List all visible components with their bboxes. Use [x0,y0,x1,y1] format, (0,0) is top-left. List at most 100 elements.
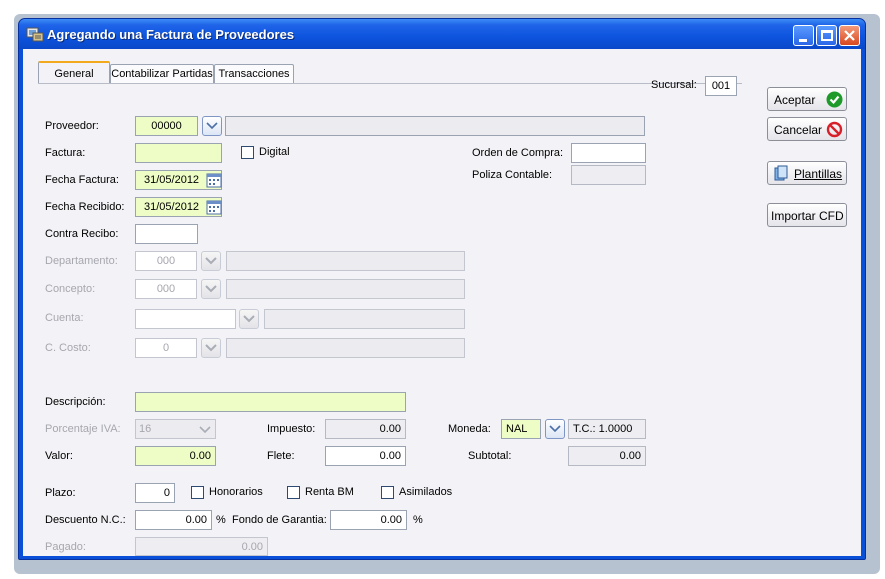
pagado-label: Pagado: [45,541,86,553]
chevron-down-icon [205,257,217,265]
cuenta-name-field [264,309,465,329]
maximize-button[interactable] [816,25,837,46]
window-title: Agregando una Factura de Proveedores [47,27,295,42]
close-icon [844,30,855,41]
honorarios-label: Honorarios [209,486,263,498]
sucursal-field: 001 [705,76,737,96]
chevron-down-icon [199,426,211,434]
c-costo-dropdown-button[interactable] [201,338,221,358]
flete-label: Flete: [267,450,295,462]
digital-checkbox[interactable] [241,146,254,159]
tipo-cambio-field: T.C.: 1.0000 [568,419,646,439]
fecha-factura-label: Fecha Factura: [45,174,119,186]
title-bar[interactable]: Agregando una Factura de Proveedores [19,19,865,49]
valor-input[interactable]: 0.00 [135,446,216,466]
check-icon [826,91,843,108]
dialog-client-area: General Contabilizar Partidas Transaccio… [23,49,861,556]
chevron-down-icon [549,425,561,433]
proveedor-dropdown-button[interactable] [202,116,222,136]
close-button[interactable] [839,25,860,46]
cancelar-button[interactable]: Cancelar [767,117,847,141]
plantillas-label: Plantillas [794,167,843,181]
descuento-nc-input[interactable]: 0.00 [135,510,212,530]
minimize-icon [799,39,807,42]
cuenta-label: Cuenta: [45,312,84,324]
proveedor-name-field [225,116,645,136]
descuento-percent-label: % [216,514,226,526]
moneda-input[interactable]: NAL [501,419,541,439]
concepto-label: Concepto: [45,283,96,295]
calendar-icon[interactable] [206,172,222,188]
tab-underline [38,83,742,84]
aceptar-label: Aceptar [774,93,816,107]
sucursal-label: Sucursal: [651,79,697,91]
proveedor-label: Proveedor: [45,120,99,132]
poliza-contable-field [571,165,646,185]
contra-recibo-input[interactable] [135,224,198,244]
renta-bm-label: Renta BM [305,486,354,498]
valor-label: Valor: [45,450,73,462]
moneda-label: Moneda: [448,423,491,435]
cuenta-dropdown-button[interactable] [239,309,259,329]
factura-label: Factura: [45,147,86,159]
asimilados-label: Asimilados [399,486,453,498]
porcentaje-iva-value: 16 [139,423,152,435]
chevron-down-icon [205,344,217,352]
departamento-dropdown-button[interactable] [201,251,221,271]
honorarios-checkbox[interactable] [191,486,204,499]
tab-general[interactable]: General [38,61,110,84]
fondo-percent-label: % [413,514,423,526]
fondo-garantia-label: Fondo de Garantia: [232,514,327,526]
templates-icon [774,165,788,181]
asimilados-checkbox[interactable] [381,486,394,499]
digital-label: Digital [259,146,290,158]
contra-recibo-label: Contra Recibo: [45,228,119,240]
factura-input[interactable] [135,143,222,163]
tab-contabilizar-partidas[interactable]: Contabilizar Partidas [110,64,214,83]
concepto-dropdown-button[interactable] [201,279,221,299]
c-costo-code-input[interactable]: 0 [135,338,197,358]
porcentaje-iva-label: Porcentaje IVA: [45,423,121,435]
cancelar-label: Cancelar [774,123,823,137]
aceptar-button[interactable]: Aceptar [767,87,847,111]
departamento-label: Departamento: [45,255,118,267]
departamento-code-input[interactable]: 000 [135,251,197,271]
departamento-name-field [226,251,465,271]
fecha-recibido-label: Fecha Recibido: [45,201,125,213]
proveedor-code-input[interactable]: 00000 [135,116,198,136]
impuesto-label: Impuesto: [267,423,316,435]
descripcion-input[interactable] [135,392,406,412]
chevron-down-icon [243,315,255,323]
chevron-down-icon [206,122,218,130]
concepto-code-input[interactable]: 000 [135,279,197,299]
chevron-down-icon [205,285,217,293]
dialog-window: Agregando una Factura de Proveedores Gen… [18,18,866,560]
minimize-button[interactable] [793,25,814,46]
plazo-label: Plazo: [45,487,76,499]
subtotal-label: Subtotal: [468,450,512,462]
flete-input[interactable]: 0.00 [325,446,406,466]
cuenta-code-input[interactable] [135,309,236,329]
fondo-garantia-input[interactable]: 0.00 [330,510,407,530]
maximize-icon [821,30,833,41]
c-costo-label: C. Costo: [45,342,91,354]
cancel-icon [826,121,843,138]
c-costo-name-field [226,338,465,358]
poliza-contable-label: Poliza Contable: [472,169,553,181]
renta-bm-checkbox[interactable] [287,486,300,499]
app-icon [26,27,44,42]
calendar-icon[interactable] [206,199,222,215]
descuento-nc-label: Descuento N.C.: [45,514,126,526]
orden-compra-input[interactable] [571,143,646,163]
orden-compra-label: Orden de Compra: [472,147,564,159]
plazo-input[interactable]: 0 [135,483,175,503]
plantillas-button[interactable]: Plantillas [767,161,847,185]
impuesto-field: 0.00 [325,419,406,439]
concepto-name-field [226,279,465,299]
importar-cfd-button[interactable]: Importar CFD [767,203,847,227]
subtotal-field: 0.00 [568,446,646,466]
moneda-dropdown-button[interactable] [545,419,565,439]
tab-transacciones[interactable]: Transacciones [214,64,294,83]
descripcion-label: Descripción: [45,396,106,408]
porcentaje-iva-select[interactable]: 16 [135,419,216,439]
